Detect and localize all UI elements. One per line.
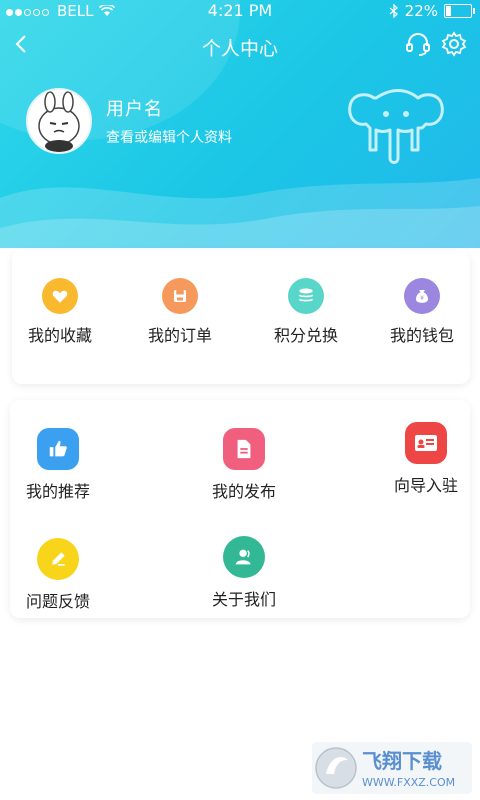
profile-section[interactable]: 用户名 查看或编辑个人资料 [26, 88, 232, 154]
wallet-icon: ¥ [404, 278, 440, 314]
thumbs-up-icon [37, 428, 79, 470]
avatar[interactable] [26, 88, 92, 154]
favorites-button[interactable]: 我的收藏 [28, 278, 92, 346]
bluetooth-icon [389, 4, 398, 18]
about-us-button[interactable]: 关于我们 [210, 536, 278, 610]
elephant-logo-icon [348, 89, 444, 164]
features-card: 我的推荐 我的发布 向导入驻 问题反馈 关于我们 [10, 400, 470, 618]
quick-action-label: 积分兑换 [274, 326, 339, 345]
avatar-image [38, 91, 80, 152]
nav-bar: 个人中心 [0, 28, 480, 64]
quick-action-label: 我的钱包 [390, 326, 455, 345]
feature-label: 我的发布 [211, 482, 276, 501]
coins-icon [288, 278, 324, 314]
points-exchange-button[interactable]: 积分兑换 [274, 278, 338, 346]
battery-icon [444, 4, 475, 18]
feature-label: 我的推荐 [25, 482, 90, 501]
edit-profile-link[interactable]: 查看或编辑个人资料 [106, 127, 232, 147]
feature-label: 关于我们 [211, 590, 276, 609]
heart-icon [42, 278, 78, 314]
watermark-logo: 飞翔下载 WWW.FXXZ.COM [312, 742, 472, 794]
header-wave [0, 178, 480, 248]
orders-button[interactable]: 我的订单 [148, 278, 212, 346]
feature-label: 向导入驻 [393, 476, 458, 495]
watermark-text: 飞翔下载 [362, 749, 442, 773]
quick-action-label: 我的收藏 [28, 326, 93, 345]
document-icon [223, 428, 265, 470]
settings-icon[interactable] [440, 30, 468, 58]
svg-text:¥: ¥ [420, 295, 424, 302]
id-card-icon [405, 422, 447, 464]
feature-label: 问题反馈 [25, 592, 90, 611]
save-icon [162, 278, 198, 314]
my-posts-button[interactable]: 我的发布 [210, 428, 278, 502]
guide-join-button[interactable]: 向导入驻 [390, 422, 462, 496]
user-icon [223, 536, 265, 578]
battery-percent: 22% [404, 2, 438, 20]
watermark-url: WWW.FXXZ.COM [362, 776, 455, 789]
header-banner: BELL 4:21 PM 22% 个人中心 用户名 查看或编辑个人资料 [0, 0, 480, 248]
quick-action-label: 我的订单 [148, 326, 213, 345]
quick-actions-card: 我的收藏 我的订单 积分兑换 ¥ 我的钱包 [12, 250, 470, 384]
wallet-button[interactable]: ¥ 我的钱包 [390, 278, 454, 346]
username[interactable]: 用户名 [106, 95, 232, 121]
customer-service-icon[interactable] [404, 30, 432, 58]
pencil-icon [37, 538, 79, 580]
feedback-button[interactable]: 问题反馈 [24, 538, 92, 612]
recommend-button[interactable]: 我的推荐 [24, 428, 92, 502]
status-bar: BELL 4:21 PM 22% [0, 0, 480, 22]
